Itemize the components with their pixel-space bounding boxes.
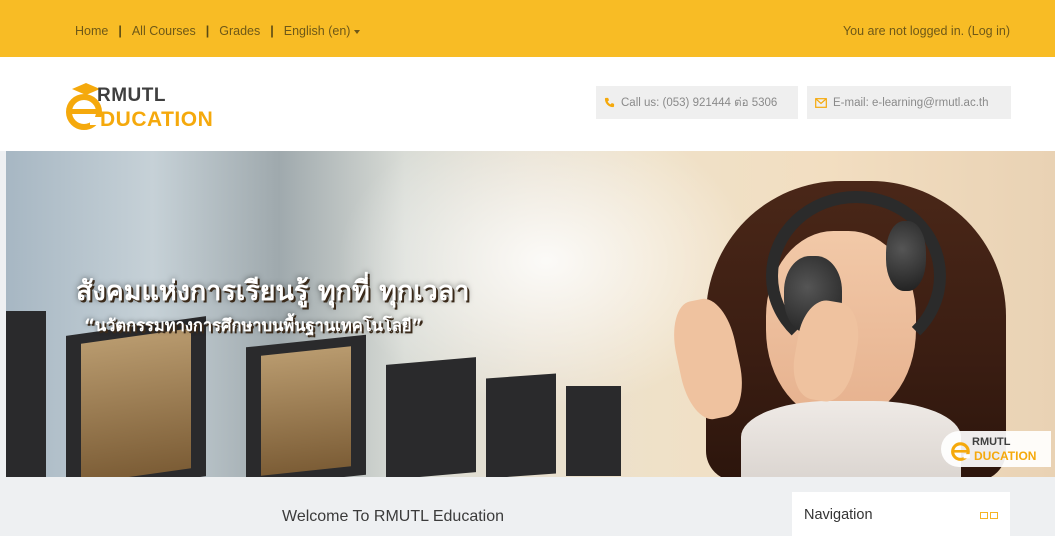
- top-bar: Home | All Courses | Grades | English (e…: [0, 0, 1055, 57]
- watermark-text-rmutl: RMUTL: [972, 436, 1011, 448]
- welcome-heading: Welcome To RMUTL Education: [282, 508, 505, 525]
- banner-headline: สังคมแห่งการเรียนรู้ ทุกที่ ทุกเวลา: [76, 276, 470, 307]
- login-link[interactable]: (Log in): [968, 24, 1010, 38]
- contact-phone: Call us: (053) 921444 ต่อ 5306: [596, 86, 798, 119]
- nav-separator: |: [205, 24, 210, 38]
- monitor-image: [566, 386, 621, 476]
- monitor-screen-image: [81, 328, 191, 477]
- language-label: English (en): [283, 24, 351, 38]
- monitor-image: [6, 311, 46, 477]
- phone-text: Call us: (053) 921444 ต่อ 5306: [621, 96, 778, 109]
- site-header: RMUTL DUCATION Call us: (053) 921444 ต่อ…: [0, 57, 1055, 151]
- student-shirt-image: [741, 401, 961, 477]
- top-nav: Home | All Courses | Grades | English (e…: [75, 24, 361, 38]
- logo-text-rmutl: RMUTL: [97, 85, 166, 106]
- monitor-image: [486, 373, 556, 477]
- email-text: E-mail: e-learning@rmutl.ac.th: [833, 96, 989, 109]
- headphone-cup-image: [886, 221, 926, 291]
- navigation-block-title: Navigation: [804, 507, 873, 523]
- navigation-block: Navigation: [792, 492, 1010, 536]
- collapse-icon[interactable]: [990, 512, 998, 519]
- hero-banner: สังคมแห่งการเรียนรู้ ทุกที่ ทุกเวลา “นวั…: [6, 151, 1055, 477]
- envelope-icon: [815, 97, 827, 108]
- nav-all-courses-link[interactable]: All Courses: [132, 24, 196, 38]
- watermark-text-education: DUCATION: [974, 449, 1037, 463]
- nav-home-link[interactable]: Home: [75, 24, 108, 38]
- login-status: You are not logged in. (Log in): [843, 24, 1010, 38]
- site-logo[interactable]: RMUTL DUCATION: [62, 81, 262, 131]
- caret-down-icon: [354, 29, 361, 34]
- block-controls[interactable]: [980, 512, 998, 519]
- banner-subline: “นวัตกรรมทางการศึกษาบนพื้นฐานเทคโนโลยี”: [84, 316, 423, 335]
- nav-separator: |: [270, 24, 274, 38]
- monitor-screen-image: [261, 346, 351, 476]
- phone-icon: [604, 97, 615, 108]
- login-status-text: You are not logged in.: [842, 24, 965, 38]
- banner-watermark-logo: RMUTL DUCATION: [941, 431, 1051, 467]
- dock-icon[interactable]: [980, 512, 988, 519]
- logo-text-education: DUCATION: [100, 108, 214, 131]
- nav-separator: |: [118, 24, 122, 38]
- language-dropdown[interactable]: English (en): [284, 24, 361, 38]
- nav-grades-link[interactable]: Grades: [219, 24, 260, 38]
- contact-email: E-mail: e-learning@rmutl.ac.th: [807, 86, 1011, 119]
- monitor-image: [386, 357, 476, 477]
